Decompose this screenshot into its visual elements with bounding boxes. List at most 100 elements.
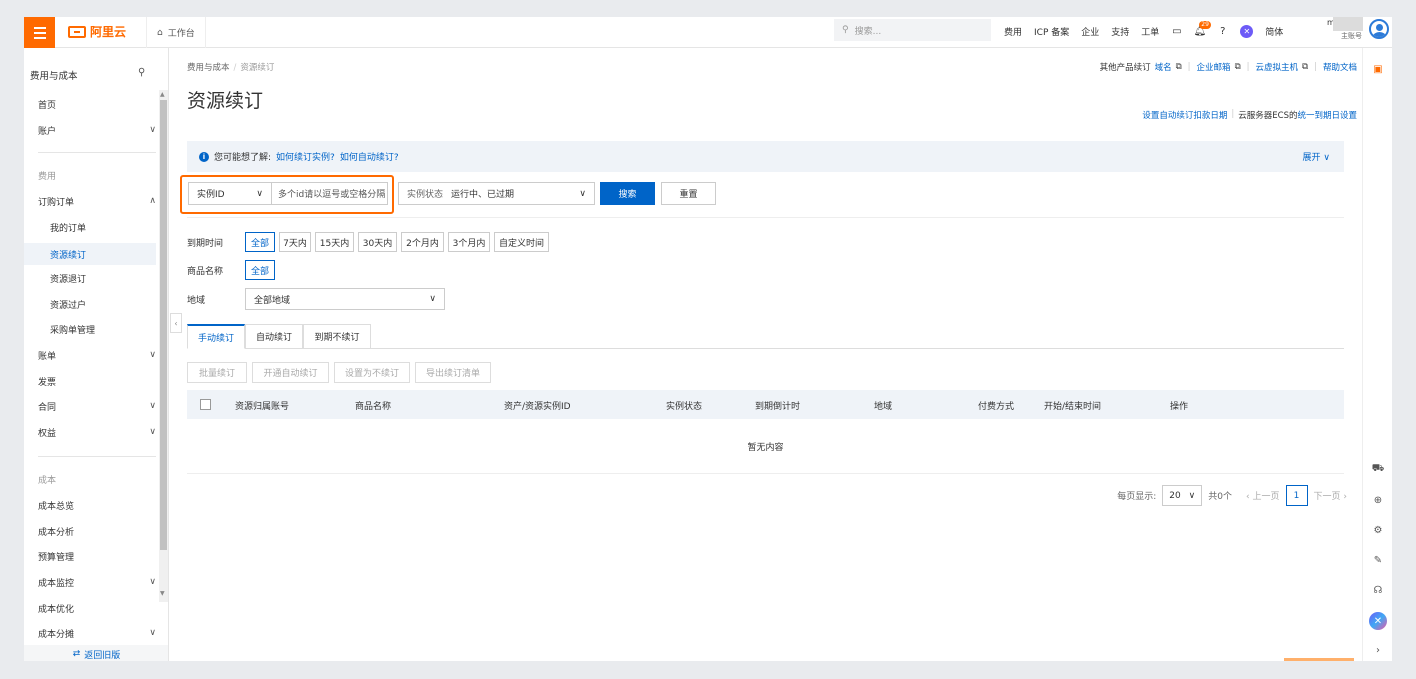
sidebar-item-cost-optimize[interactable]: 成本优化: [38, 599, 156, 617]
assistant-icon[interactable]: ✕: [1240, 24, 1254, 38]
product-option-all[interactable]: 全部: [245, 260, 275, 280]
avatar-icon[interactable]: [1369, 19, 1389, 39]
sidebar-item-bills[interactable]: 账单 ∨: [38, 346, 156, 364]
global-search-input[interactable]: ⚲ 搜索...: [834, 19, 991, 41]
terminal-icon[interactable]: ▭: [1171, 26, 1182, 37]
sidebar-item-account[interactable]: 账户 ∨: [38, 121, 156, 139]
ai-assistant-icon[interactable]: ✕: [1369, 612, 1387, 630]
breadcrumb-root[interactable]: 费用与成本: [187, 63, 230, 73]
external-link-icon: ⧉: [1302, 62, 1309, 72]
link-auto-renew-date[interactable]: 设置自动续订扣款日期: [1142, 109, 1227, 121]
expand-button[interactable]: 展开 ∨: [1303, 150, 1330, 163]
expire-option-all[interactable]: 全部: [245, 232, 275, 252]
scroll-down-icon[interactable]: ▼: [160, 590, 165, 597]
nav-fees[interactable]: 费用: [1004, 25, 1022, 38]
chevron-down-icon: ∨: [579, 188, 586, 199]
instance-status-select[interactable]: 实例状态 运行中、已过期 ∨: [398, 182, 595, 205]
link-enterprise-mail[interactable]: 企业邮箱: [1197, 61, 1231, 73]
sidebar-item-benefits[interactable]: 权益 ∨: [38, 423, 156, 441]
cart-icon[interactable]: ⛟: [1371, 462, 1385, 476]
tab-no-renewal[interactable]: 到期不续订: [303, 324, 371, 349]
link-how-auto-renew[interactable]: 如何自动续订?: [340, 150, 399, 163]
instance-id-select[interactable]: 实例ID ∨: [188, 182, 272, 205]
chevron-down-icon: ∨: [149, 350, 156, 360]
sidebar-item-cost-allocation[interactable]: 成本分摊 ∨: [38, 624, 156, 642]
link-how-renew[interactable]: 如何续订实例?: [276, 150, 335, 163]
back-to-old-version-button[interactable]: ⇄ 返回旧版: [24, 645, 168, 661]
expire-option-15d[interactable]: 15天内: [315, 232, 354, 252]
expire-option-custom[interactable]: 自定义时间: [494, 232, 549, 252]
select-all-checkbox[interactable]: [200, 399, 211, 410]
set-no-renew-button[interactable]: 设置为不续订: [334, 362, 410, 383]
enable-auto-renew-button[interactable]: 开通自动续订: [252, 362, 329, 383]
nav-enterprise[interactable]: 企业: [1081, 25, 1099, 38]
expire-option-3m[interactable]: 3个月内: [448, 232, 490, 252]
page-number-current[interactable]: 1: [1285, 485, 1308, 506]
sidebar-collapse-button[interactable]: ‹: [170, 313, 182, 333]
sidebar-item-label: 成本分摊: [38, 629, 75, 640]
instance-status-label: 实例状态: [407, 190, 444, 200]
gear-icon[interactable]: ⚙: [1371, 523, 1385, 537]
help-icon[interactable]: ?: [1217, 26, 1228, 37]
sidebar-scrollbar[interactable]: ▲ ▼: [159, 90, 168, 602]
edit-icon[interactable]: ✎: [1371, 553, 1385, 567]
hamburger-menu-icon[interactable]: [24, 17, 55, 48]
expire-option-30d[interactable]: 30天内: [358, 232, 397, 252]
sidebar-item-cost-monitor[interactable]: 成本监控 ∨: [38, 573, 156, 591]
region-select[interactable]: 全部地域 ∨: [245, 288, 445, 310]
tab-manual-renewal[interactable]: 手动续订: [187, 324, 245, 349]
scroll-up-icon[interactable]: ▲: [160, 91, 165, 98]
sidebar-item-label: 合同: [38, 402, 57, 413]
reset-button[interactable]: 重置: [661, 182, 716, 205]
page-size-select[interactable]: 20 ∨: [1162, 485, 1203, 506]
language-switch[interactable]: 简体: [1265, 25, 1283, 38]
expire-option-7d[interactable]: 7天内: [279, 232, 311, 252]
other-renewal-label: 其他产品续订: [1099, 63, 1151, 73]
sidebar-item-orders[interactable]: 订购订单 ∧: [38, 192, 156, 210]
expire-option-2m[interactable]: 2个月内: [401, 232, 444, 252]
workbench-button[interactable]: ⌂ 工作台: [146, 17, 206, 48]
sidebar-item-resource-transfer[interactable]: 资源过户: [50, 295, 156, 313]
link-help-docs[interactable]: 帮助文档: [1323, 61, 1357, 73]
link-domain[interactable]: 域名: [1155, 61, 1172, 73]
app-window: 阿里云 ⌂ 工作台 ⚲ 搜索... 费用 ICP 备案 企业 支持 工单 ▭ 🔔…: [24, 17, 1392, 661]
headset-icon[interactable]: ☊: [1371, 583, 1385, 597]
sidebar-item-purchase-orders[interactable]: 采购单管理: [50, 320, 156, 338]
tip-banner: i 您可能想了解: 如何续订实例? 如何自动续订? 展开 ∨: [187, 141, 1344, 172]
instance-id-input[interactable]: 多个id请以逗号或空格分隔: [271, 182, 388, 205]
sidebar-section-cost: 成本: [38, 470, 156, 488]
sidebar-item-cost-analysis[interactable]: 成本分析: [38, 522, 156, 540]
scrollbar-thumb[interactable]: [160, 100, 167, 550]
link-virtual-host[interactable]: 云虚拟主机: [1256, 61, 1299, 73]
export-renew-list-button[interactable]: 导出续订清单: [415, 362, 491, 383]
sidebar-section-label: 费用: [38, 171, 57, 182]
back-old-label: 返回旧版: [84, 650, 121, 661]
sidebar-item-contract[interactable]: 合同 ∨: [38, 397, 156, 415]
sidebar-item-home[interactable]: 首页: [38, 95, 156, 113]
sidebar-item-resource-unsubscribe[interactable]: 资源退订: [50, 269, 156, 287]
sidebar-item-label: 成本优化: [38, 604, 75, 615]
nav-icp[interactable]: ICP 备案: [1034, 25, 1069, 38]
search-button[interactable]: 搜索: [600, 182, 655, 205]
sidebar-item-budget[interactable]: 预算管理: [38, 547, 156, 565]
notes-icon[interactable]: ▣: [1371, 62, 1385, 76]
prev-page-button[interactable]: ‹ 上一页: [1246, 489, 1280, 502]
sidebar-item-cost-overview[interactable]: 成本总览: [38, 496, 156, 514]
batch-renew-button[interactable]: 批量续订: [187, 362, 247, 383]
tab-auto-renewal[interactable]: 自动续订: [245, 324, 303, 349]
aliyun-logo[interactable]: 阿里云: [68, 23, 126, 40]
next-page-button[interactable]: 下一页 ›: [1314, 489, 1348, 502]
nav-ticket[interactable]: 工单: [1141, 25, 1159, 38]
chevron-right-icon[interactable]: ›: [1371, 643, 1385, 657]
sidebar-item-my-orders[interactable]: 我的订单: [50, 218, 156, 236]
sidebar-item-resource-renewal[interactable]: 资源续订: [24, 243, 156, 265]
chevron-up-icon: ∧: [149, 196, 156, 206]
sidebar-item-invoice[interactable]: 发票: [38, 372, 156, 390]
switch-icon: ⇄: [72, 649, 81, 659]
sidebar-search-icon[interactable]: ⚲: [138, 67, 145, 78]
user-account[interactable]: m 主账号: [1327, 17, 1363, 40]
service-icon[interactable]: ⊕: [1371, 493, 1385, 507]
nav-support[interactable]: 支持: [1111, 25, 1129, 38]
bell-icon[interactable]: 🔔︎ 29: [1193, 20, 1211, 37]
link-unified-expire[interactable]: 统一到期日设置: [1297, 109, 1357, 121]
